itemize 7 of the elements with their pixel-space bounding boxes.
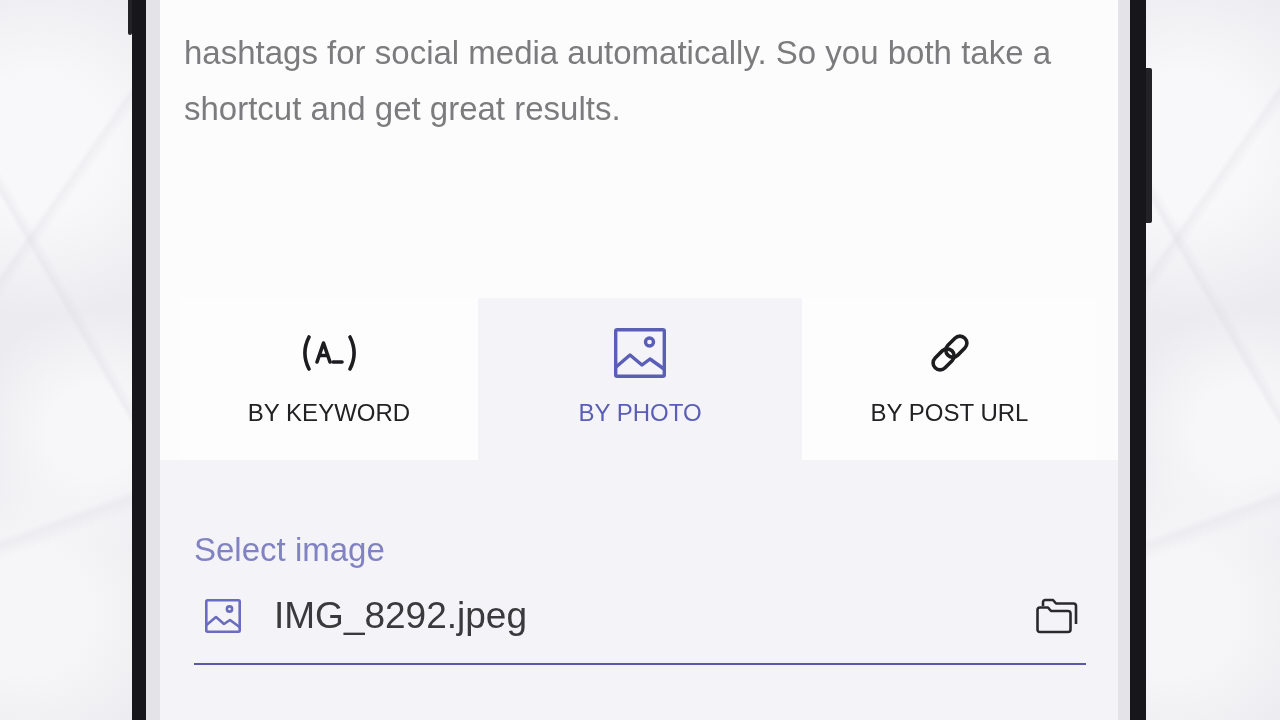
tab[interactable]: BY PHOTO bbox=[478, 298, 802, 460]
image-icon bbox=[614, 328, 666, 378]
image-icon bbox=[205, 598, 241, 633]
folders-icon[interactable] bbox=[1036, 597, 1078, 634]
image-file-field[interactable]: IMG_8292.jpeg bbox=[194, 568, 1086, 665]
field-label: Select image bbox=[194, 532, 385, 568]
description-text: hashtags for social media automatically. So you both take a shortcut and get great results. bbox=[184, 33, 1053, 129]
